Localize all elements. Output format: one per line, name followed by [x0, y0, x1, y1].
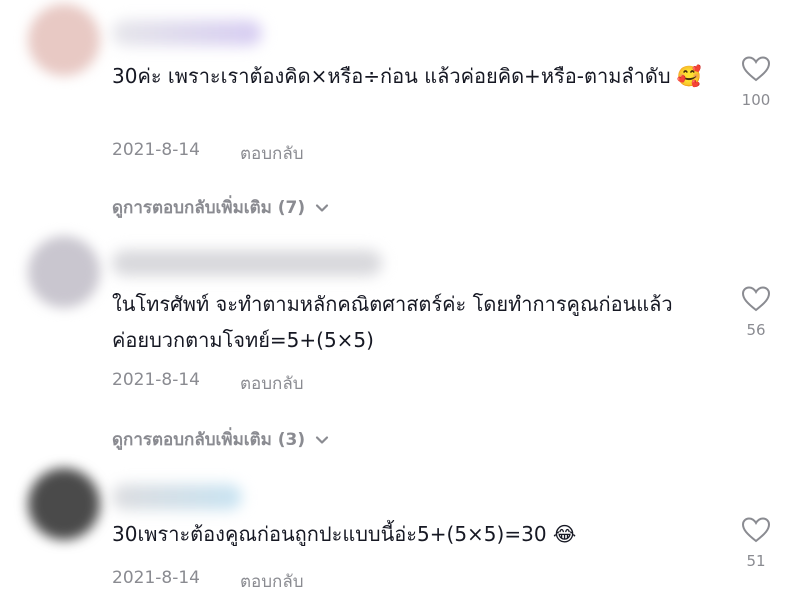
- heart-icon: [741, 56, 771, 82]
- comment-date: 2021-8-14: [112, 140, 200, 160]
- chevron-down-icon: [316, 203, 329, 212]
- comment-meta: 2021-8-14 ตอบกลับ: [112, 370, 304, 397]
- reply-button[interactable]: ตอบกลับ: [240, 568, 304, 595]
- view-more-replies-button[interactable]: ดูการตอบกลับเพิ่มเติม (7): [112, 194, 329, 221]
- comment-text-body: ในโทรศัพท์ จะทำตามหลักคณิตศาสตร์ค่ะ โดยท…: [112, 292, 673, 352]
- like-count: 56: [746, 321, 766, 339]
- heart-icon: [741, 517, 771, 543]
- comment-text: 30ค่ะ เพราะเราต้องคิด×หรือ÷ก่อน แล้วค่อย…: [112, 58, 702, 94]
- comment-text-body: 30เพราะต้องคูณก่อนถูกปะแบบนี้อ่ะ5+(5×5)=…: [112, 522, 547, 546]
- username-blurred[interactable]: [112, 250, 382, 276]
- avatar[interactable]: [28, 468, 100, 540]
- comment-text: 30เพราะต้องคูณก่อนถูกปะแบบนี้อ่ะ5+(5×5)=…: [112, 516, 702, 552]
- comment-text-body: 30ค่ะ เพราะเราต้องคิด×หรือ÷ก่อน แล้วค่อย…: [112, 64, 671, 88]
- comment-date: 2021-8-14: [112, 370, 200, 390]
- like-count: 100: [741, 91, 771, 109]
- reply-button[interactable]: ตอบกลับ: [240, 370, 304, 397]
- username-blurred[interactable]: [112, 484, 242, 510]
- emoji: 😂: [552, 522, 577, 546]
- comment-text: ในโทรศัพท์ จะทำตามหลักคณิตศาสตร์ค่ะ โดยท…: [112, 286, 702, 358]
- chevron-down-icon: [316, 435, 329, 444]
- like-button[interactable]: 100: [726, 55, 786, 109]
- avatar[interactable]: [28, 4, 100, 76]
- comment-meta: 2021-8-14 ตอบกลับ: [112, 568, 304, 595]
- reply-button[interactable]: ตอบกลับ: [240, 140, 304, 167]
- view-more-replies-label: ดูการตอบกลับเพิ่มเติม (7): [112, 198, 306, 218]
- like-button[interactable]: 56: [726, 285, 786, 339]
- emoji: 🥰: [676, 64, 702, 88]
- like-count: 51: [746, 552, 766, 570]
- comment-date: 2021-8-14: [112, 568, 200, 588]
- comment-meta: 2021-8-14 ตอบกลับ: [112, 140, 304, 167]
- heart-icon: [741, 286, 771, 312]
- avatar[interactable]: [28, 236, 100, 308]
- username-blurred[interactable]: [112, 20, 262, 46]
- view-more-replies-button[interactable]: ดูการตอบกลับเพิ่มเติม (3): [112, 426, 329, 453]
- like-button[interactable]: 51: [726, 516, 786, 570]
- view-more-replies-label: ดูการตอบกลับเพิ่มเติม (3): [112, 430, 306, 450]
